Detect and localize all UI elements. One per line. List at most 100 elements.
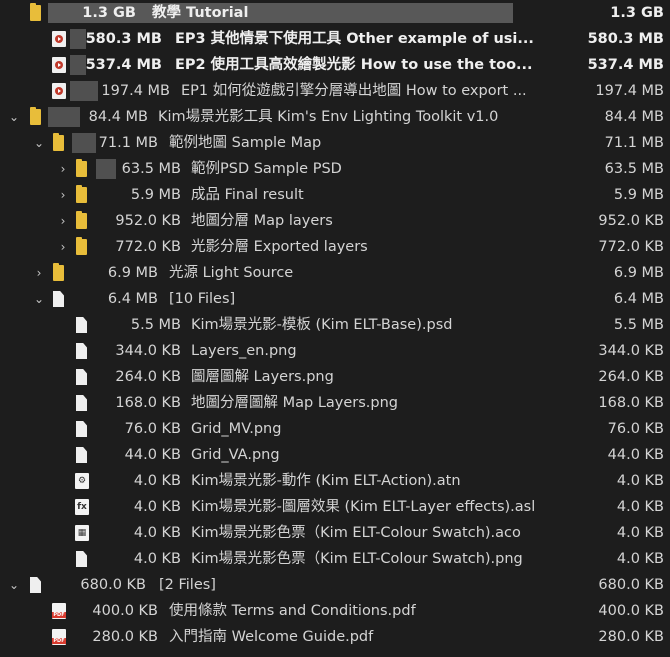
folder-icon bbox=[76, 159, 87, 177]
size-value: 5.5 MB bbox=[130, 317, 181, 333]
size-column: 537.4 MB bbox=[587, 57, 664, 73]
size-value: 5.9 MB bbox=[130, 187, 181, 203]
folder-icon bbox=[30, 3, 41, 21]
expand-chevron-icon[interactable]: ⌄ bbox=[33, 130, 45, 156]
expand-chevron-icon[interactable]: ⌄ bbox=[33, 286, 45, 312]
item-name: EP1 如何從遊戲引擎分層導出地圖 How to export ... bbox=[181, 83, 527, 99]
tree-row-toolkit[interactable]: ⌄ 84.4 MB Kim場景光影工具 Kim's Env Lighting T… bbox=[0, 104, 670, 130]
size-value: 400.0 KB bbox=[92, 603, 158, 619]
expand-chevron-icon[interactable]: › bbox=[33, 260, 45, 286]
size-column: 400.0 KB bbox=[598, 603, 664, 619]
size-value: 71.1 MB bbox=[98, 135, 158, 151]
tree-row-files-group[interactable]: ⌄ 680.0 KB [2 Files] 680.0 KB bbox=[0, 572, 670, 598]
item-name: 光源 Light Source bbox=[169, 265, 294, 281]
item-name: 範例地圖 Sample Map bbox=[169, 135, 322, 151]
tree-row-png-file[interactable]: 44.0 KB Grid_VA.png 44.0 KB bbox=[0, 442, 670, 468]
item-name: Kim場景光影-動作 (Kim ELT-Action).atn bbox=[191, 473, 461, 489]
tree-row-png-file[interactable]: 76.0 KB Grid_MV.png 76.0 KB bbox=[0, 416, 670, 442]
item-name: 範例PSD Sample PSD bbox=[191, 161, 342, 177]
expand-chevron-icon[interactable]: › bbox=[57, 182, 69, 208]
png-file-icon bbox=[76, 447, 87, 463]
size-column: 76.0 KB bbox=[607, 421, 664, 437]
size-column: 6.9 MB bbox=[613, 265, 664, 281]
video-icon bbox=[52, 83, 66, 99]
size-value: 580.3 MB bbox=[85, 31, 162, 47]
size-column: 264.0 KB bbox=[598, 369, 664, 385]
tree-row-atn-file[interactable]: ⚙ 4.0 KB Kim場景光影-動作 (Kim ELT-Action).atn… bbox=[0, 468, 670, 494]
item-name: 成品 Final result bbox=[191, 187, 304, 203]
item-name: Kim場景光影色票（Kim ELT-Colour Swatch).aco bbox=[191, 525, 521, 541]
video-icon bbox=[52, 31, 66, 47]
size-value: 4.0 KB bbox=[133, 525, 181, 541]
tree-row-exported-layers[interactable]: › 772.0 KB 光影分層 Exported layers 772.0 KB bbox=[0, 234, 670, 260]
psd-file-icon bbox=[76, 317, 87, 333]
folder-icon bbox=[76, 237, 87, 255]
size-column: 4.0 KB bbox=[616, 473, 664, 489]
png-file-icon bbox=[76, 343, 87, 359]
tree-row-tutorial[interactable]: 1.3 GB 教學 Tutorial 1.3 GB bbox=[0, 0, 670, 26]
item-name: 使用條款 Terms and Conditions.pdf bbox=[169, 603, 416, 619]
png-file-icon bbox=[76, 369, 87, 385]
item-name: 光影分層 Exported layers bbox=[191, 239, 368, 255]
layer-style-file-icon: fx bbox=[75, 499, 89, 515]
item-name: 教學 Tutorial bbox=[152, 5, 249, 21]
size-column: 772.0 KB bbox=[598, 239, 664, 255]
tree-row-ep3[interactable]: 580.3 MB EP3 其他情景下使用工具 Other example of … bbox=[0, 26, 670, 52]
size-value: 264.0 KB bbox=[115, 369, 181, 385]
size-column: 4.0 KB bbox=[616, 525, 664, 541]
tree-row-files-group[interactable]: ⌄ 6.4 MB [10 Files] 6.4 MB bbox=[0, 286, 670, 312]
png-file-icon bbox=[76, 395, 87, 411]
file-icon bbox=[53, 291, 64, 307]
tree-row-png-file[interactable]: 344.0 KB Layers_en.png 344.0 KB bbox=[0, 338, 670, 364]
thumbnail bbox=[70, 29, 86, 49]
tree-row-psd-file[interactable]: 5.5 MB Kim場景光影-模板 (Kim ELT-Base).psd 5.5… bbox=[0, 312, 670, 338]
tree-row-final-result[interactable]: › 5.9 MB 成品 Final result 5.9 MB bbox=[0, 182, 670, 208]
size-value: 6.4 MB bbox=[107, 291, 158, 307]
tree-row-ep1[interactable]: 197.4 MB EP1 如何從遊戲引擎分層導出地圖 How to export… bbox=[0, 78, 670, 104]
size-value: 952.0 KB bbox=[115, 213, 181, 229]
size-value: 84.4 MB bbox=[88, 109, 148, 125]
swatch-file-icon: ▦ bbox=[75, 525, 89, 541]
thumbnail bbox=[72, 133, 96, 153]
size-column: 197.4 MB bbox=[595, 83, 664, 99]
size-column: 344.0 KB bbox=[598, 343, 664, 359]
tree-row-pdf-file[interactable]: 400.0 KB 使用條款 Terms and Conditions.pdf 4… bbox=[0, 598, 670, 624]
tree-row-pdf-file[interactable]: 280.0 KB 入門指南 Welcome Guide.pdf 280.0 KB bbox=[0, 624, 670, 650]
item-name: Kim場景光影色票（Kim ELT-Colour Swatch).png bbox=[191, 551, 523, 567]
item-name: 地圖分層 Map layers bbox=[191, 213, 333, 229]
folder-icon bbox=[53, 263, 64, 281]
folder-icon bbox=[53, 133, 64, 151]
expand-chevron-icon[interactable]: › bbox=[57, 156, 69, 182]
size-column: 952.0 KB bbox=[598, 213, 664, 229]
size-column: 44.0 KB bbox=[607, 447, 664, 463]
tree-row-light-source[interactable]: › 6.9 MB 光源 Light Source 6.9 MB bbox=[0, 260, 670, 286]
size-value: 537.4 MB bbox=[85, 57, 162, 73]
tree-row-png-file[interactable]: 264.0 KB 圖層圖解 Layers.png 264.0 KB bbox=[0, 364, 670, 390]
tree-row-png-file[interactable]: 168.0 KB 地圖分層圖解 Map Layers.png 168.0 KB bbox=[0, 390, 670, 416]
video-icon bbox=[52, 57, 66, 73]
expand-chevron-icon[interactable]: ⌄ bbox=[8, 572, 20, 598]
expand-chevron-icon[interactable]: › bbox=[57, 208, 69, 234]
tree-row-sample-psd[interactable]: › 63.5 MB 範例PSD Sample PSD 63.5 MB bbox=[0, 156, 670, 182]
size-value: 680.0 KB bbox=[80, 577, 146, 593]
tree-row-sample-map[interactable]: ⌄ 71.1 MB 範例地圖 Sample Map 71.1 MB bbox=[0, 130, 670, 156]
size-value: 6.9 MB bbox=[107, 265, 158, 281]
size-value: 4.0 KB bbox=[133, 499, 181, 515]
file-icon bbox=[30, 577, 41, 593]
item-name: [10 Files] bbox=[169, 291, 236, 307]
size-value: 197.4 MB bbox=[101, 83, 170, 99]
size-value: 168.0 KB bbox=[115, 395, 181, 411]
thumbnail bbox=[70, 81, 98, 101]
expand-chevron-icon[interactable]: ⌄ bbox=[8, 104, 20, 130]
item-name: [2 Files] bbox=[159, 577, 216, 593]
item-name: Kim場景光影工具 Kim's Env Lighting Toolkit v1.… bbox=[158, 109, 499, 125]
tree-row-aco-file[interactable]: ▦ 4.0 KB Kim場景光影色票（Kim ELT-Colour Swatch… bbox=[0, 520, 670, 546]
item-name: Kim場景光影-模板 (Kim ELT-Base).psd bbox=[191, 317, 453, 333]
size-value: 344.0 KB bbox=[115, 343, 181, 359]
expand-chevron-icon[interactable]: › bbox=[57, 234, 69, 260]
tree-row-map-layers[interactable]: › 952.0 KB 地圖分層 Map layers 952.0 KB bbox=[0, 208, 670, 234]
tree-row-png-file[interactable]: 4.0 KB Kim場景光影色票（Kim ELT-Colour Swatch).… bbox=[0, 546, 670, 572]
tree-row-ep2[interactable]: 537.4 MB EP2 使用工具高效繪製光影 How to use the t… bbox=[0, 52, 670, 78]
tree-row-asl-file[interactable]: fx 4.0 KB Kim場景光影-圖層效果 (Kim ELT-Layer ef… bbox=[0, 494, 670, 520]
size-column: 5.5 MB bbox=[613, 317, 664, 333]
